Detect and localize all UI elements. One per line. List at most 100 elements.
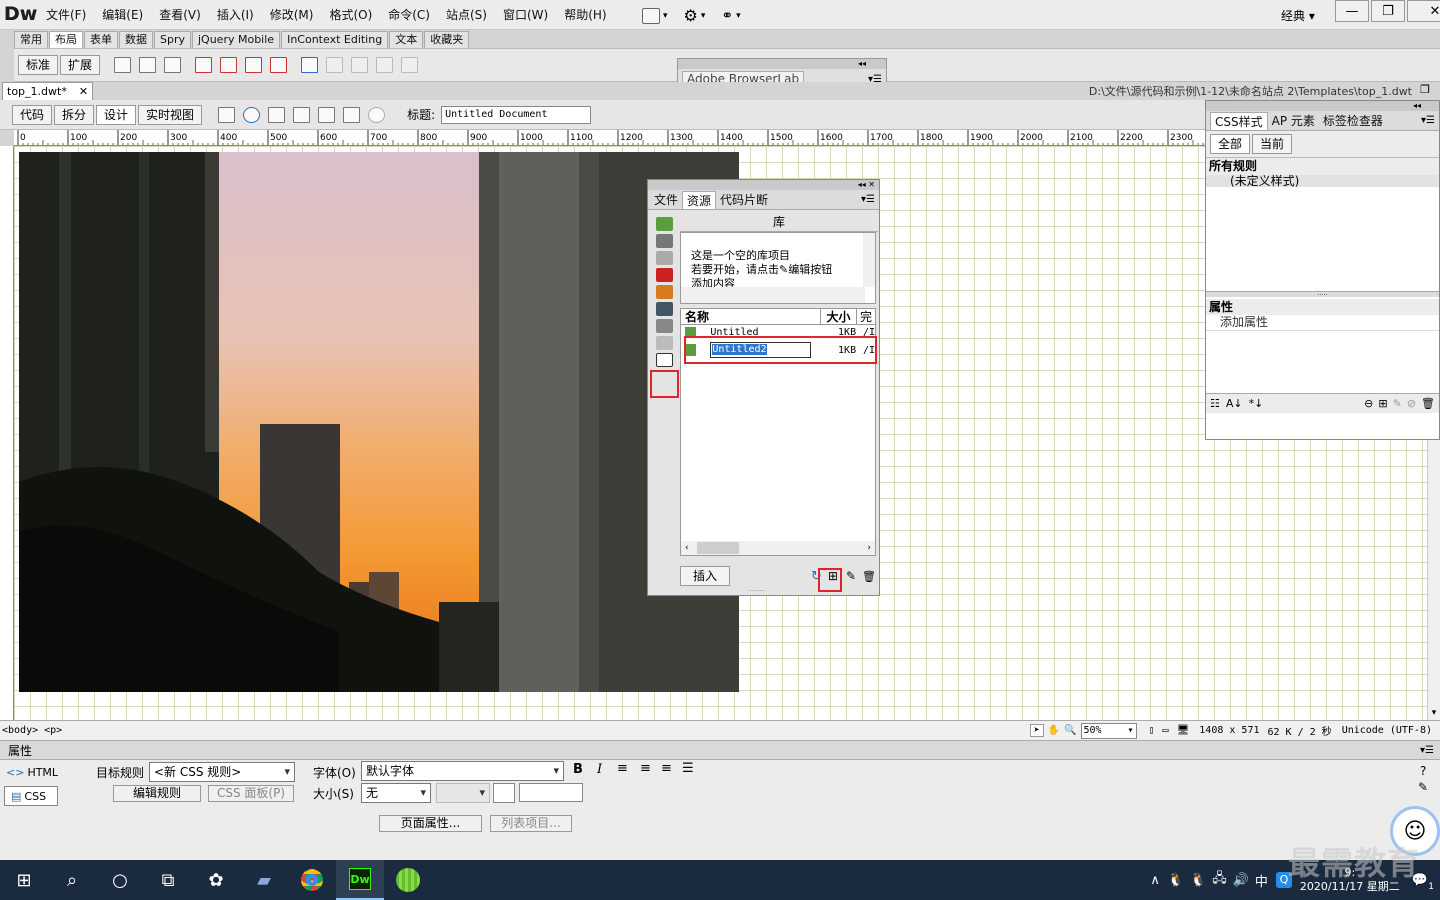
spry-panel-icon[interactable] [270,57,288,73]
color-input[interactable] [519,783,583,802]
category-view-icon[interactable]: ☷ [1210,397,1220,410]
split-view-button[interactable]: 拆分 [54,104,95,125]
dreamweaver-icon[interactable]: Dw [336,860,384,900]
tab-snippets[interactable]: 代码片断 [716,191,772,209]
hand-tool-icon[interactable]: ✋ [1048,725,1060,736]
tab-jquery-mobile[interactable]: jQuery Mobile [192,31,281,48]
menu-file[interactable]: 文件(F) [38,0,94,30]
tab-favorites[interactable]: 收藏夹 [424,31,470,48]
add-property-link[interactable]: 添加属性 [1206,315,1439,331]
menu-site[interactable]: 站点(S) [438,0,495,30]
images-icon[interactable] [655,217,673,231]
css-panel-menu-icon[interactable]: ▾☰ [1421,115,1435,126]
multiscreen-icon[interactable] [218,106,236,123]
current-mode-button[interactable]: 当前 [1252,134,1293,154]
zoom-select[interactable]: 50% ▾ [1080,722,1137,739]
table-icon[interactable] [301,57,319,73]
urls-icon[interactable] [655,251,673,265]
css-panel-button[interactable]: CSS 面板(P) [208,785,294,802]
desktop-size-icon[interactable]: 🖥 [1177,725,1190,736]
spry-accordion-icon[interactable] [245,57,263,73]
all-mode-button[interactable]: 全部 [1210,134,1251,154]
ime-indicator[interactable]: 中 [1255,871,1268,890]
pinwheel-app-icon[interactable]: ✿ [192,860,240,900]
cortana-icon[interactable]: ○ [96,860,144,900]
preview-vertical-scrollbar[interactable] [863,233,875,287]
tab-spry[interactable]: Spry [154,31,191,48]
visual-aids-icon[interactable] [318,106,336,123]
menu-format[interactable]: 格式(O) [321,0,380,30]
edit-icon[interactable]: ✎ [846,569,856,583]
select-tool-icon[interactable]: ➤ [1029,724,1044,737]
templates-icon[interactable] [655,336,673,350]
tab-ap-elements[interactable]: AP 元素 [1268,112,1319,130]
close-window-button[interactable]: ✕ [1407,0,1440,22]
tab-data[interactable]: 数据 [119,31,153,48]
sunset-photo[interactable] [19,152,739,692]
col-full-path[interactable]: 完 [857,308,875,325]
menu-modify[interactable]: 修改(M) [262,0,322,30]
tab-tag-inspector[interactable]: 标签检查器 [1319,112,1387,130]
expanded-mode-button[interactable]: 扩展 [60,55,101,75]
tablet-size-icon[interactable]: ▭ [1163,725,1169,736]
delete-rule-icon[interactable]: 🗑 [1421,397,1435,410]
qq-icon[interactable]: 🐧 [1168,873,1184,888]
menu-edit[interactable]: 编辑(E) [94,0,151,30]
panel-collapse-icon[interactable]: ◂◂ [678,59,886,69]
spry-tabs-icon[interactable] [220,57,238,73]
title-input[interactable]: Untitled Document [441,105,592,124]
color-picker[interactable] [493,783,515,803]
fluid-div-icon[interactable] [164,57,182,73]
search-icon[interactable]: ⌕ [48,860,96,900]
set-props-icon[interactable]: *↓ [1249,397,1264,410]
standard-mode-button[interactable]: 标准 [18,55,59,75]
insert-button[interactable]: 插入 [680,566,730,586]
restore-button[interactable]: ❐ [1371,0,1405,22]
tab-assets[interactable]: 资源 [682,190,717,209]
rules-item[interactable]: (未定义样式) [1206,175,1439,187]
inspect-icon[interactable] [343,106,361,123]
tab-forms[interactable]: 表单 [84,31,118,48]
edit-rule-icon[interactable]: ✎ [1393,397,1402,410]
new-rule-icon[interactable]: ⊞ [1378,397,1387,410]
scripts-icon[interactable] [655,319,673,333]
design-view-button[interactable]: 设计 [96,104,137,125]
layout-icon[interactable] [642,7,660,24]
zoom-tool-icon[interactable]: 🔍 [1064,725,1076,736]
tab-layout[interactable]: 布局 [49,31,83,48]
tab-css-styles[interactable]: CSS样式 [1210,111,1268,130]
start-icon[interactable]: ⊞ [0,860,48,900]
assets-menu-icon[interactable]: ▾☰ [861,194,875,205]
site-tree-icon[interactable]: ⚭ [721,8,733,24]
melon-app-icon[interactable] [384,860,432,900]
validate-icon[interactable] [293,106,311,123]
disable-icon[interactable]: ⊘ [1407,397,1416,410]
list-item-button[interactable]: 列表项目... [490,815,572,832]
alpha-view-icon[interactable]: A↓ [1226,397,1243,410]
resize-handle[interactable]: ········· [748,588,765,595]
italic-button[interactable]: I [597,762,602,777]
spry-menu-icon[interactable] [195,57,213,73]
delete-icon[interactable]: 🗑 [862,570,876,583]
preview-horizontal-scrollbar[interactable] [681,287,865,303]
workspace-switcher[interactable]: 经典 ▾ [1281,7,1315,24]
size-select[interactable]: 无 [361,783,431,803]
splitter-handle[interactable]: ····· [1206,291,1439,299]
phone-size-icon[interactable]: ▯ [1149,725,1155,736]
window-dimensions[interactable]: 1408 x 571 [1199,725,1259,736]
menu-insert[interactable]: 插入(I) [209,0,262,30]
attach-style-icon[interactable]: ⊖ [1364,397,1373,410]
menu-help[interactable]: 帮助(H) [556,0,614,30]
css-tab[interactable]: ▤ CSS [4,786,58,806]
col-size[interactable]: 大小 [821,308,857,325]
restore-doc-icon[interactable]: ❐ [1420,83,1430,96]
list-horizontal-scrollbar[interactable]: ‹ › [681,541,875,555]
task-view-icon[interactable]: ⧉ [144,860,192,900]
live-view-button[interactable]: 实时视图 [138,104,203,125]
shockwave-icon[interactable] [655,285,673,299]
target-rule-select[interactable]: <新 CSS 规则> [149,762,295,782]
justify-icon[interactable]: ☰ [682,761,694,776]
library-icon[interactable] [655,353,673,367]
gear-icon[interactable]: ⚙ [684,6,698,25]
properties-menu-icon[interactable]: ▾☰ [1420,745,1434,756]
